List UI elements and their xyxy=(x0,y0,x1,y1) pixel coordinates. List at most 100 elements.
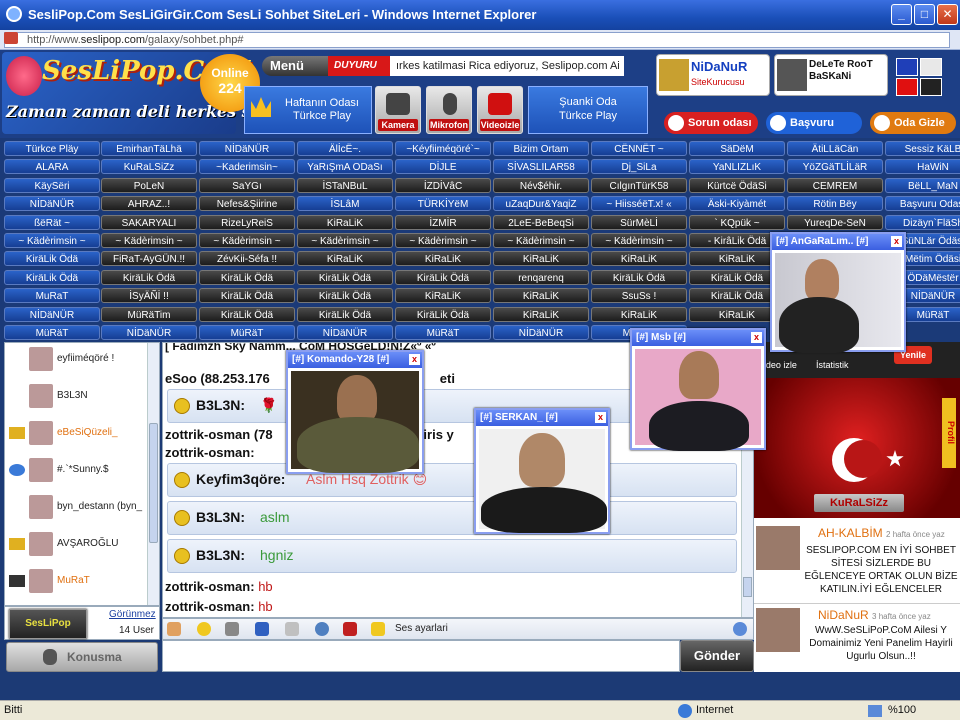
room-button[interactable]: ÄlİcË~. xyxy=(297,141,393,156)
room-button[interactable]: MüRäT xyxy=(4,325,100,340)
room-button[interactable]: İSyÄÑİ !! xyxy=(101,288,197,304)
close-icon[interactable]: x xyxy=(409,354,420,365)
user-list-item[interactable]: eyfiiméqöré ! xyxy=(5,345,145,373)
room-button[interactable]: İZMİR xyxy=(395,214,491,230)
problem-room-button[interactable]: Sorun odası xyxy=(664,112,758,134)
image-icon[interactable] xyxy=(255,622,269,636)
room-button[interactable]: NİDäNÜR xyxy=(297,325,393,340)
menu-button[interactable]: Menü xyxy=(262,56,328,76)
room-button[interactable]: 2LeE-BeBeqSi xyxy=(493,214,589,230)
room-button[interactable]: Bizim Ortam xyxy=(493,141,589,156)
room-button[interactable]: MüRäT xyxy=(395,325,491,340)
webcam-window[interactable]: [#] Msb [#] x xyxy=(630,328,766,451)
room-button[interactable]: İZDİVâC xyxy=(395,177,491,193)
room-button[interactable]: BëLL_MaN xyxy=(885,177,960,193)
sound-settings-label[interactable]: Ses ayarlari xyxy=(395,623,448,634)
room-button[interactable]: KiräLik Ödä xyxy=(199,269,295,285)
room-button[interactable]: İSTaNBuL xyxy=(297,177,393,193)
webcam-window[interactable]: [#] AnGaRaLım.. [#] x xyxy=(770,232,906,353)
room-button[interactable]: ~ Kädèrimsin ~ xyxy=(101,233,197,248)
theme-blue-button[interactable] xyxy=(896,58,918,76)
message-input[interactable] xyxy=(162,640,680,672)
equalizer-icon[interactable] xyxy=(343,622,357,636)
room-button[interactable]: KiräLik Ödä xyxy=(4,251,100,267)
send-button[interactable]: Gönder xyxy=(680,640,754,672)
close-icon[interactable]: x xyxy=(891,236,902,247)
room-button[interactable]: SaYGı xyxy=(199,177,295,193)
palette-icon[interactable] xyxy=(225,622,239,636)
room-button[interactable]: KiräLik Ödä xyxy=(395,269,491,285)
room-button[interactable]: KiRaLiK xyxy=(395,251,491,267)
eye-icon[interactable] xyxy=(315,622,329,636)
user-list-item[interactable]: byn_destann (byn_ xyxy=(5,493,145,521)
room-button[interactable]: YaRıŞmA ODaSı xyxy=(297,159,393,175)
room-button[interactable]: NİDäNÜR xyxy=(4,196,100,212)
room-button[interactable]: KiräLik Ödä xyxy=(4,269,100,285)
room-button[interactable]: Nefes&Şiirine xyxy=(199,196,295,212)
settings-icon[interactable] xyxy=(285,622,299,636)
room-button[interactable]: KiRaLiK xyxy=(493,306,589,322)
room-button[interactable]: MuRaT xyxy=(4,288,100,304)
room-button[interactable]: YaNLIZLıK xyxy=(689,159,785,175)
invisible-link[interactable]: Görünmez xyxy=(109,609,156,620)
minimize-button[interactable]: _ xyxy=(891,4,912,25)
room-button[interactable]: NİDäNÜR xyxy=(4,306,100,322)
room-button[interactable]: Dizäyn`FläSh xyxy=(885,214,960,230)
room-button[interactable]: uZaqDur&YaqiZ xyxy=(493,196,589,212)
room-button[interactable]: NİDäNÜR xyxy=(101,325,197,340)
theme-black-button[interactable] xyxy=(920,78,942,96)
room-button[interactable]: KiRaLiK xyxy=(395,288,491,304)
room-button[interactable]: MüRäT xyxy=(199,325,295,340)
user-list-item[interactable]: AVŞAROĞLU xyxy=(5,530,145,558)
room-button[interactable]: KiräLik Ödä xyxy=(395,306,491,322)
scroll-thumb[interactable] xyxy=(743,577,752,597)
room-button[interactable]: KiRaLiK xyxy=(297,214,393,230)
room-button[interactable]: FiRaT-AyGÜN.!! xyxy=(101,251,197,267)
room-button[interactable]: ÄtiLLäCän xyxy=(787,141,883,156)
room-button[interactable]: HaWiN xyxy=(885,159,960,175)
room-button[interactable]: ~ Kädèrimsin ~ xyxy=(4,233,100,248)
close-button[interactable]: ✕ xyxy=(937,4,958,25)
room-button[interactable]: KiräLik Ödä xyxy=(199,288,295,304)
room-button[interactable]: ~ Kädèrimsin ~ xyxy=(493,233,589,248)
room-button[interactable]: CılgınTürK58 xyxy=(591,177,687,193)
profile-side-tab[interactable]: Profil xyxy=(942,398,956,468)
room-button[interactable]: ~ HiisséëT.x! « xyxy=(591,196,687,212)
room-button[interactable]: SİVASLILAR58 xyxy=(493,159,589,175)
room-button[interactable]: Név$éhir. xyxy=(493,177,589,193)
info-icon[interactable] xyxy=(733,622,747,636)
room-button[interactable]: EmirhanTäLhä xyxy=(101,141,197,156)
scroll-thumb[interactable] xyxy=(149,423,158,543)
room-button[interactable]: Kürtcë ÖdäSi xyxy=(689,177,785,193)
user-list-item[interactable]: #.`*Sunny.$ xyxy=(5,456,145,484)
room-button[interactable]: KiRaLiK xyxy=(591,306,687,322)
room-button[interactable]: AHRAZ..! xyxy=(101,196,197,212)
hide-room-button[interactable]: Oda Gizle xyxy=(870,112,956,134)
room-button[interactable]: YöZGäTLİLäR xyxy=(787,159,883,175)
room-button[interactable]: KiRaLiK xyxy=(493,288,589,304)
room-button[interactable]: ` KQpük ~ xyxy=(689,214,785,230)
microphone-button[interactable]: Mikrofon xyxy=(426,86,472,134)
room-button[interactable]: KäySëri xyxy=(4,177,100,193)
room-button[interactable]: ~ Kädèrimsin ~ xyxy=(395,233,491,248)
room-button[interactable]: PoLeN xyxy=(101,177,197,193)
camera-button[interactable]: Kamera xyxy=(375,86,421,134)
room-button[interactable]: KiräLik Ödä xyxy=(297,288,393,304)
room-button[interactable]: renqarenq xyxy=(493,269,589,285)
room-button[interactable]: KiRaLiK xyxy=(297,251,393,267)
room-button[interactable]: KiräLik Ödä xyxy=(297,269,393,285)
room-button[interactable]: Türkce Pläy xyxy=(4,141,100,156)
maximize-button[interactable]: □ xyxy=(914,4,935,25)
room-button[interactable]: Rötin Bëy xyxy=(787,196,883,212)
user-list-item[interactable]: MuRaT xyxy=(5,567,145,595)
room-button[interactable]: Başvuru Odası xyxy=(885,196,960,212)
user-list-item[interactable]: B3L3N xyxy=(5,382,145,410)
room-button[interactable]: ~ Kädèrimsin ~ xyxy=(297,233,393,248)
room-button[interactable]: CEMREM xyxy=(787,177,883,193)
theme-white-button[interactable] xyxy=(920,58,942,76)
room-button[interactable]: SürMèLİ xyxy=(591,214,687,230)
room-button[interactable]: KiRaLiK xyxy=(493,251,589,267)
close-icon[interactable]: x xyxy=(751,332,762,343)
room-button[interactable]: ~ Kädèrimsin ~ xyxy=(199,233,295,248)
room-button[interactable]: YureqDe-SeN xyxy=(787,214,883,230)
